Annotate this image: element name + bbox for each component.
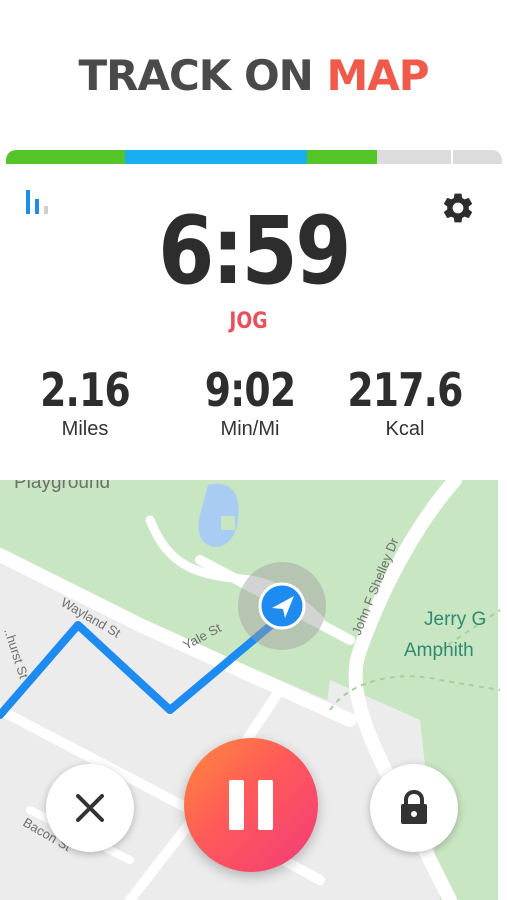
progress-segment xyxy=(376,150,451,164)
calories-unit: Kcal xyxy=(385,418,425,440)
distance-value: 2.16 xyxy=(40,363,131,417)
pace-stat: 9:02 Min/Mi xyxy=(175,364,325,441)
progress-segment xyxy=(450,150,502,164)
calories-value: 217.6 xyxy=(347,363,463,417)
lock-button[interactable] xyxy=(370,764,458,852)
close-icon xyxy=(76,794,104,822)
pond-island xyxy=(221,516,235,530)
calories-stat: 217.6 Kcal xyxy=(330,364,480,441)
pause-icon xyxy=(229,780,273,830)
progress-segment xyxy=(6,150,125,164)
activity-mode: JOG xyxy=(229,309,268,334)
pace-value: 9:02 xyxy=(204,363,296,417)
pause-button[interactable] xyxy=(184,738,318,872)
distance-unit: Miles xyxy=(61,418,109,440)
lock-icon xyxy=(401,790,427,824)
progress-segment xyxy=(124,150,308,164)
progress-segment xyxy=(307,150,377,164)
headline: TRACK ON MAP xyxy=(0,50,507,102)
map-label-amphitheater-2: Amphith xyxy=(404,640,474,661)
workout-progress-bar xyxy=(6,150,502,164)
map-label-playground: Playground xyxy=(14,480,110,493)
workout-stats-panel: 6:59 JOG 2.16 Miles 9:02 Min/Mi 217.6 Kc… xyxy=(0,164,507,480)
headline-part-2: MAP xyxy=(326,51,429,100)
close-button[interactable] xyxy=(46,764,134,852)
map-label-amphitheater-1: Jerry G xyxy=(424,609,486,630)
pace-unit: Min/Mi xyxy=(220,418,280,440)
headline-part-1: TRACK ON xyxy=(78,51,313,100)
elapsed-time: 6:59 xyxy=(158,197,351,306)
distance-stat: 2.16 Miles xyxy=(10,364,160,441)
